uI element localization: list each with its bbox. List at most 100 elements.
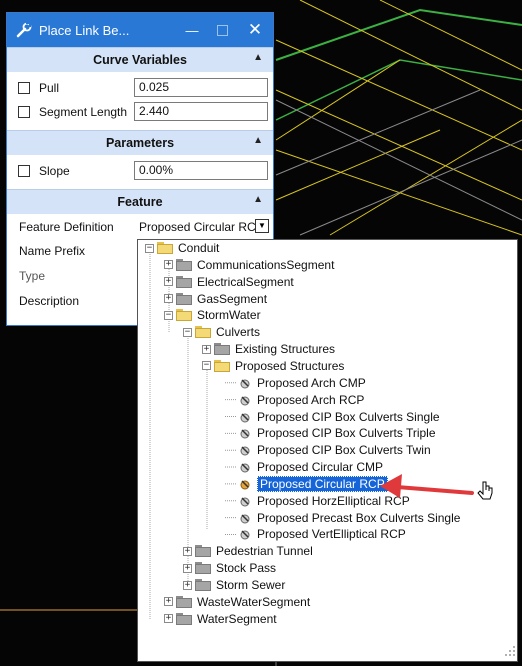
slope-row: Slope 0.00%: [7, 159, 273, 183]
folder-icon: [195, 562, 211, 575]
tree-item[interactable]: + WasteWaterSegment: [164, 594, 310, 610]
feature-definition-select[interactable]: Proposed Circular RCP: [139, 220, 264, 234]
folder-icon: [176, 292, 192, 305]
parameters-header[interactable]: Parameters ▲: [7, 130, 273, 155]
collapse-icon[interactable]: −: [164, 310, 173, 320]
folder-body: [176, 311, 192, 322]
tree-item-label: Proposed VertElliptical RCP: [257, 527, 406, 542]
close-icon[interactable]: ✕: [240, 13, 270, 47]
tree-item[interactable]: Proposed VertElliptical RCP: [221, 526, 406, 542]
feature-definition-icon: [240, 463, 250, 473]
resize-grip-icon[interactable]: [504, 645, 516, 657]
tree-item-label: StormWater: [197, 308, 261, 323]
tree-item[interactable]: − Conduit: [145, 240, 219, 256]
expand-icon[interactable]: +: [164, 597, 173, 607]
tree-item[interactable]: + WaterSegment: [164, 611, 277, 627]
folder-icon: [176, 275, 192, 288]
segment-length-checkbox[interactable]: [18, 106, 30, 118]
tree-item[interactable]: Proposed CIP Box Culverts Triple: [221, 425, 436, 441]
folder-open-icon: [176, 309, 192, 322]
slope-input[interactable]: 0.00%: [134, 161, 268, 180]
tree-item[interactable]: Proposed Arch CMP: [221, 375, 366, 391]
tree-item-label: Storm Sewer: [216, 578, 286, 592]
expand-icon[interactable]: +: [202, 344, 211, 354]
tree-item[interactable]: Proposed CIP Box Culverts Single: [221, 409, 440, 425]
tree-item[interactable]: + GasSegment: [164, 291, 267, 307]
collapse-chevron-icon[interactable]: ▲: [253, 52, 263, 63]
title-bar[interactable]: Place Link Be... — ✕: [7, 13, 273, 47]
slope-checkbox[interactable]: [18, 165, 30, 177]
tree-item[interactable]: − Proposed Structures: [202, 358, 344, 374]
folder-icon: [176, 595, 192, 608]
tree-item-label: Culverts: [216, 325, 261, 340]
feature-definition-icon: [240, 412, 250, 422]
pull-row: Pull 0.025: [7, 76, 273, 100]
maximize-icon[interactable]: [207, 13, 237, 47]
tree-item-label: Proposed Arch CMP: [257, 375, 366, 390]
tree-item[interactable]: − StormWater: [164, 307, 261, 323]
tree-item-label: Pedestrian Tunnel: [216, 544, 313, 559]
expand-icon[interactable]: +: [183, 563, 192, 573]
tree-item-label: Proposed Structures: [235, 358, 345, 373]
tree-item-label: Proposed CIP Box Culverts Triple: [257, 426, 436, 441]
tree-item[interactable]: + Storm Sewer: [183, 577, 285, 593]
segment-length-label: Segment Length: [39, 105, 128, 119]
expand-icon[interactable]: +: [183, 580, 192, 590]
folder-body: [176, 260, 192, 271]
collapse-chevron-icon[interactable]: ▲: [253, 135, 263, 146]
collapse-icon[interactable]: −: [202, 361, 211, 371]
chevron-down-icon[interactable]: ▼: [255, 219, 269, 233]
collapse-icon[interactable]: −: [145, 243, 154, 253]
feature-definition-tree[interactable]: − Conduit + CommunicationsSegment + Electrica…: [137, 239, 518, 662]
folder-body: [157, 244, 173, 254]
pull-checkbox[interactable]: [18, 82, 30, 94]
wrench-link-icon: [16, 22, 32, 38]
tree-item[interactable]: Proposed Precast Box Culverts Single: [221, 510, 460, 526]
pull-label: Pull: [39, 81, 60, 95]
folder-body: [195, 564, 211, 575]
minimize-icon[interactable]: —: [177, 13, 207, 47]
folder-body: [195, 328, 211, 339]
mouse-pointer-icon: [477, 481, 493, 500]
folder-icon: [214, 343, 230, 356]
segment-length-input[interactable]: 2.440: [134, 102, 268, 121]
tree-item[interactable]: Proposed Arch RCP: [221, 392, 364, 408]
tree-item[interactable]: − Culverts: [183, 324, 260, 340]
folder-body: [195, 547, 211, 558]
section-title: Curve Variables: [93, 53, 187, 67]
tree-item[interactable]: + CommunicationsSegment: [164, 257, 334, 273]
feature-definition-icon: [240, 429, 250, 439]
pull-input[interactable]: 0.025: [134, 78, 268, 97]
expand-icon[interactable]: +: [183, 546, 192, 556]
expand-icon[interactable]: +: [164, 294, 173, 304]
collapse-icon[interactable]: −: [183, 327, 192, 337]
tree-item[interactable]: Proposed CIP Box Culverts Twin: [221, 442, 431, 458]
feature-definition-icon: [240, 379, 250, 389]
window-title: Place Link Be...: [39, 22, 130, 38]
feature-definition-icon: [240, 446, 250, 456]
slope-label: Slope: [39, 164, 70, 178]
tree-item[interactable]: + Pedestrian Tunnel: [183, 543, 313, 559]
name-prefix-label: Name Prefix: [19, 243, 86, 258]
folder-icon: [195, 579, 211, 591]
tree-item-label: Proposed Circular RCP: [257, 475, 388, 492]
curve-variables-header[interactable]: Curve Variables ▲: [7, 47, 273, 72]
tree-item[interactable]: + Stock Pass: [183, 560, 276, 576]
tree-item[interactable]: Proposed HorzElliptical RCP: [221, 493, 410, 509]
expand-icon[interactable]: +: [164, 614, 173, 624]
feature-definition-icon: [240, 530, 250, 540]
folder-body: [176, 277, 192, 288]
tree-item[interactable]: Proposed Circular CMP: [221, 459, 383, 475]
collapse-chevron-icon[interactable]: ▲: [253, 194, 263, 205]
tree-item-label: Proposed HorzElliptical RCP: [257, 493, 410, 508]
folder-icon: [195, 545, 211, 558]
tree-item[interactable]: + Existing Structures: [202, 341, 335, 357]
tree-item[interactable]: + ElectricalSegment: [164, 274, 294, 290]
feature-header[interactable]: Feature ▲: [7, 189, 273, 214]
expand-icon[interactable]: +: [164, 260, 173, 270]
tree-item[interactable]: Proposed Circular RCP: [221, 475, 388, 492]
expand-icon[interactable]: +: [164, 277, 173, 287]
feature-definition-icon: [240, 396, 250, 406]
tree-item-label: Proposed CIP Box Culverts Single: [257, 409, 440, 424]
tree-item-label: CommunicationsSegment: [197, 257, 335, 272]
